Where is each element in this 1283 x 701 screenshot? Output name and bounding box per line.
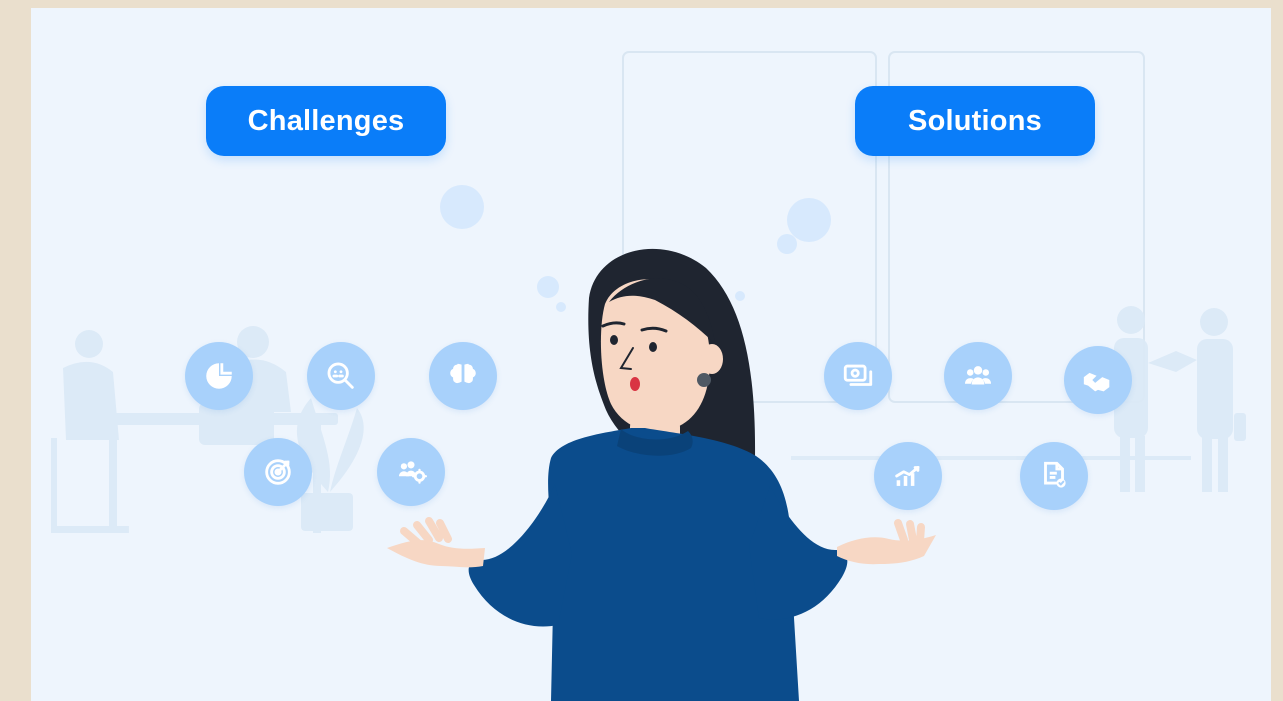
solutions-button[interactable]: Solutions	[855, 86, 1095, 156]
challenges-button[interactable]: Challenges	[206, 86, 446, 156]
pie-chart-icon	[185, 342, 253, 410]
group-icon	[944, 342, 1012, 410]
search-people-icon	[307, 342, 375, 410]
left-hand	[387, 540, 485, 568]
mouth	[630, 377, 640, 391]
left-fingers	[400, 517, 452, 547]
growth-chart-icon	[874, 442, 942, 510]
right-fingers	[894, 519, 925, 545]
right-eye	[649, 342, 657, 352]
money-icon	[824, 342, 892, 410]
team-gear-icon	[377, 438, 445, 506]
earring	[697, 373, 711, 387]
handshake-icon	[1064, 346, 1132, 414]
target-icon	[244, 438, 312, 506]
brain-icon	[429, 342, 497, 410]
left-eye	[610, 335, 618, 345]
woman-character	[387, 248, 936, 701]
document-check-icon	[1020, 442, 1088, 510]
right-arm	[749, 486, 848, 620]
ear	[701, 344, 723, 374]
illustration-frame: Challenges Solutions	[31, 8, 1271, 701]
